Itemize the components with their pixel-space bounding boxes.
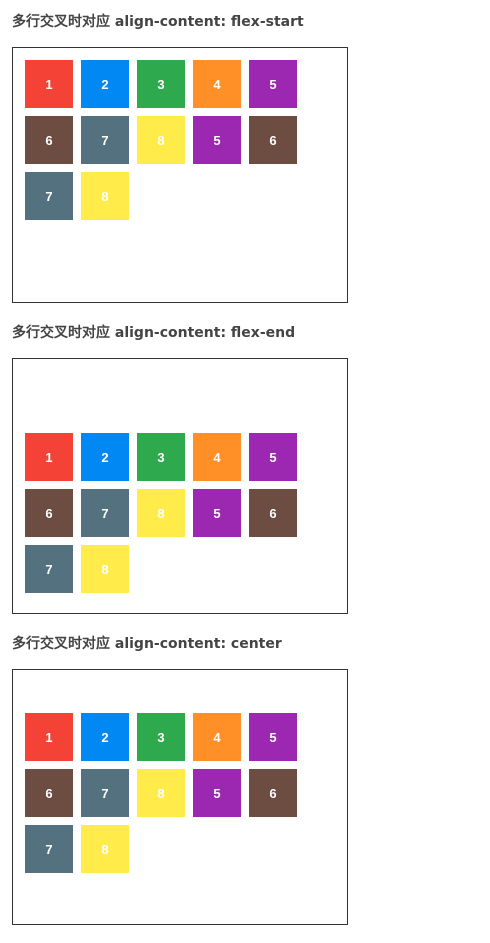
flex-item: 1 bbox=[25, 713, 73, 761]
flex-item: 7 bbox=[81, 489, 129, 537]
flex-item: 8 bbox=[81, 825, 129, 873]
flex-item: 4 bbox=[193, 60, 241, 108]
section-title: 多行交叉时对应 align-content: flex-start bbox=[12, 14, 304, 30]
flex-item: 5 bbox=[249, 60, 297, 108]
flex-item: 2 bbox=[81, 713, 129, 761]
flex-item: 8 bbox=[81, 545, 129, 593]
flex-container: 123456785678 bbox=[12, 669, 348, 925]
flex-item: 7 bbox=[25, 172, 73, 220]
section-center: 多行交叉时对应 align-content: center 1234567856… bbox=[12, 632, 350, 925]
page: 多行交叉时对应 align-content: flex-start 123456… bbox=[0, 0, 490, 943]
section-title: 多行交叉时对应 align-content: flex-end bbox=[12, 325, 296, 341]
section-title: 多行交叉时对应 align-content: center bbox=[12, 636, 282, 652]
flex-item: 6 bbox=[25, 116, 73, 164]
flex-item: 8 bbox=[137, 489, 185, 537]
flex-item: 4 bbox=[193, 713, 241, 761]
flex-container: 123456785678 bbox=[12, 47, 348, 303]
flex-container: 123456785678 bbox=[12, 358, 348, 614]
flex-item: 6 bbox=[25, 769, 73, 817]
flex-item: 6 bbox=[249, 769, 297, 817]
flex-item: 7 bbox=[81, 116, 129, 164]
flex-item: 3 bbox=[137, 60, 185, 108]
flex-item: 2 bbox=[81, 433, 129, 481]
flex-item: 6 bbox=[25, 489, 73, 537]
flex-item: 5 bbox=[249, 713, 297, 761]
flex-item: 7 bbox=[25, 545, 73, 593]
flex-item: 8 bbox=[81, 172, 129, 220]
flex-item: 7 bbox=[25, 825, 73, 873]
flex-item: 4 bbox=[193, 433, 241, 481]
flex-item: 6 bbox=[249, 489, 297, 537]
flex-item: 5 bbox=[193, 489, 241, 537]
flex-item: 2 bbox=[81, 60, 129, 108]
flex-item: 8 bbox=[137, 116, 185, 164]
flex-item: 3 bbox=[137, 713, 185, 761]
flex-item: 5 bbox=[249, 433, 297, 481]
flex-item: 6 bbox=[249, 116, 297, 164]
flex-item: 5 bbox=[193, 116, 241, 164]
flex-item: 1 bbox=[25, 60, 73, 108]
flex-item: 5 bbox=[193, 769, 241, 817]
flex-item: 8 bbox=[137, 769, 185, 817]
section-flex-end: 多行交叉时对应 align-content: flex-end 12345678… bbox=[12, 321, 350, 614]
section-flex-start: 多行交叉时对应 align-content: flex-start 123456… bbox=[12, 10, 350, 303]
flex-item: 1 bbox=[25, 433, 73, 481]
flex-item: 3 bbox=[137, 433, 185, 481]
flex-item: 7 bbox=[81, 769, 129, 817]
